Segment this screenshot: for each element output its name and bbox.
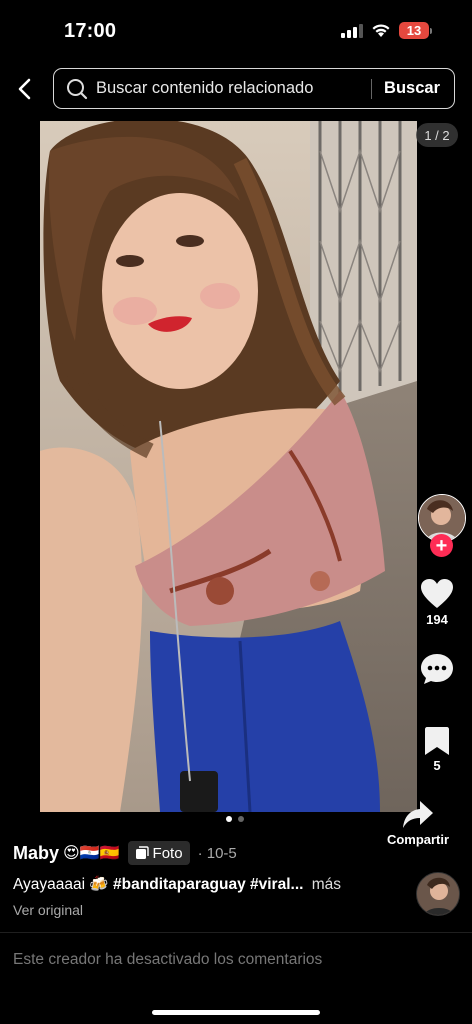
like-button[interactable]: 194 — [402, 578, 472, 627]
caption-emoji: 🍻 — [89, 876, 109, 893]
photo-type-tag: Foto — [127, 841, 190, 865]
search-divider — [371, 78, 373, 99]
battery-icon: 13 — [399, 22, 432, 39]
top-bar: Buscar contenido relacionado Buscar — [0, 68, 472, 110]
photo-illustration — [40, 121, 417, 812]
status-time: 17:00 — [64, 20, 117, 42]
post-photo[interactable] — [40, 121, 417, 812]
follow-button[interactable]: + — [430, 534, 453, 557]
author-row: Maby 😍🇵🇾🇪🇸 Foto · 10-5 — [13, 840, 413, 866]
photo-type-label: Foto — [152, 844, 183, 862]
bookmark-count: 5 — [433, 758, 441, 773]
sound-avatar[interactable] — [416, 872, 460, 916]
carousel-dot-1 — [226, 816, 232, 822]
search-input[interactable]: Buscar contenido relacionado — [96, 79, 371, 98]
search-icon — [66, 78, 88, 100]
author-name[interactable]: Maby — [13, 843, 59, 864]
caption-hashtags[interactable]: #banditaparaguay #viral... — [113, 876, 303, 893]
see-original-link[interactable]: Ver original — [13, 902, 413, 918]
author-avatar-button[interactable]: + — [418, 494, 466, 557]
status-bar: 17:00 13 — [0, 0, 472, 60]
more-link[interactable]: más — [312, 876, 341, 893]
comments-bar: Este creador ha desactivado los comentar… — [0, 932, 472, 988]
back-icon — [18, 78, 31, 100]
caption-text: Ayayaaaai — [13, 876, 86, 893]
photo-icon — [135, 846, 149, 859]
plus-icon: + — [435, 534, 448, 557]
signal-icon — [341, 23, 363, 38]
page-indicator: 1 / 2 — [416, 123, 458, 147]
home-indicator[interactable] — [152, 1010, 320, 1015]
bookmark-button[interactable]: 5 — [402, 726, 472, 773]
author-emojis: 😍🇵🇾🇪🇸 — [63, 845, 120, 862]
comment-icon — [421, 654, 453, 684]
comment-button[interactable] — [402, 652, 472, 686]
post-date: · 10-5 — [197, 844, 237, 862]
like-count: 194 — [426, 612, 448, 627]
bookmark-icon — [425, 727, 449, 755]
battery-level: 13 — [399, 22, 429, 39]
heart-icon — [421, 579, 453, 608]
caption[interactable]: Ayayaaaai 🍻 #banditaparaguay #viral... m… — [13, 875, 413, 894]
search-box[interactable]: Buscar contenido relacionado Buscar — [53, 68, 455, 109]
carousel-dot-2 — [238, 816, 244, 822]
comments-disabled-notice: Este creador ha desactivado los comentar… — [13, 951, 323, 968]
wifi-icon — [372, 24, 390, 37]
post-meta: Maby 😍🇵🇾🇪🇸 Foto · 10-5 Ayayaaaai 🍻 #band… — [13, 840, 413, 918]
share-icon — [403, 801, 433, 828]
status-icons: 13 — [341, 22, 432, 39]
search-button[interactable]: Buscar — [384, 79, 440, 98]
back-button[interactable] — [10, 74, 40, 104]
carousel-dots — [226, 816, 244, 822]
